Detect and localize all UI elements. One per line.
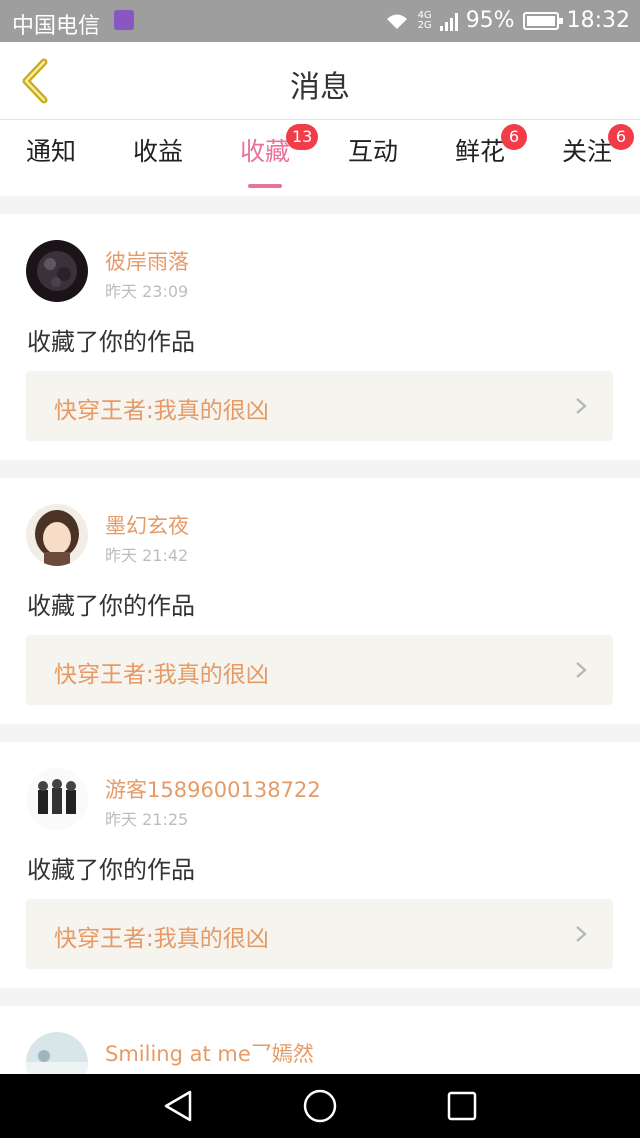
tab-label: 收益	[133, 137, 184, 166]
wifi-icon	[386, 14, 407, 29]
network-type: 4G 2G	[417, 9, 432, 31]
home-circle-icon[interactable]	[302, 1088, 338, 1124]
activity-text: 收藏了你的作品	[27, 328, 195, 356]
list-item: 墨幻玄夜 昨天 21:42 收藏了你的作品 快穿王者:我真的很凶	[0, 478, 640, 724]
list-item: 彼岸雨落 昨天 23:09 收藏了你的作品 快穿王者:我真的很凶	[0, 214, 640, 460]
tab-label: 收藏	[240, 137, 291, 166]
tab-label: 通知	[26, 137, 77, 166]
battery-icon	[522, 11, 563, 30]
username[interactable]: Smiling at me乛嫣然	[105, 1038, 314, 1068]
work-title: 快穿王者:我真的很凶	[54, 926, 269, 952]
tab-flowers[interactable]: 鲜花 6	[455, 124, 527, 168]
tab-badge: 6	[501, 124, 527, 150]
tab-interactions[interactable]: 互动	[348, 132, 398, 168]
avatar[interactable]	[26, 504, 88, 566]
avatar[interactable]	[26, 768, 88, 830]
chevron-right-icon	[576, 926, 587, 942]
username[interactable]: 彼岸雨落	[105, 246, 189, 276]
work-link[interactable]: 快穿王者:我真的很凶	[26, 371, 613, 441]
tab-bar: 通知 收益 收藏 13 互动 鲜花 6 关注 6	[0, 120, 640, 196]
status-bar: 中国电信 4G 2G 95% 18:32	[0, 0, 640, 42]
list-item: 游客1589600138722 昨天 21:25 收藏了你的作品 快穿王者:我真…	[0, 742, 640, 988]
signal-icon	[439, 11, 458, 31]
work-link[interactable]: 快穿王者:我真的很凶	[26, 635, 613, 705]
work-link[interactable]: 快穿王者:我真的很凶	[26, 899, 613, 969]
battery-percent: 95%	[465, 8, 515, 33]
tab-earnings[interactable]: 收益	[133, 132, 183, 168]
timestamp: 昨天 21:25	[105, 810, 189, 829]
tab-notifications[interactable]: 通知	[26, 132, 76, 168]
activity-text: 收藏了你的作品	[27, 592, 195, 620]
tab-label: 鲜花	[455, 137, 506, 166]
chevron-right-icon	[576, 662, 587, 678]
work-title: 快穿王者:我真的很凶	[54, 662, 269, 688]
tab-badge: 6	[608, 124, 634, 150]
app-header: 消息	[0, 42, 640, 120]
active-tab-indicator	[248, 184, 283, 188]
chevron-right-icon	[576, 398, 587, 414]
work-title: 快穿王者:我真的很凶	[54, 398, 269, 424]
tab-follows[interactable]: 关注 6	[562, 124, 634, 168]
tab-label: 关注	[562, 137, 613, 166]
activity-text: 收藏了你的作品	[27, 856, 195, 884]
tab-badge: 13	[286, 124, 319, 150]
carrier-label: 中国电信	[12, 14, 101, 39]
avatar[interactable]	[26, 240, 88, 302]
tab-favorites[interactable]: 收藏 13	[240, 124, 319, 188]
system-nav-bar	[0, 1074, 640, 1138]
timestamp: 昨天 21:42	[105, 546, 189, 565]
username[interactable]: 游客1589600138722	[105, 774, 321, 804]
sim-icon	[114, 10, 134, 30]
username[interactable]: 墨幻玄夜	[105, 510, 189, 540]
back-triangle-icon[interactable]	[160, 1088, 196, 1124]
timestamp: 昨天 23:09	[105, 282, 189, 301]
tab-label: 互动	[348, 137, 399, 166]
page-title: 消息	[290, 70, 350, 105]
clock: 18:32	[566, 8, 630, 33]
recents-square-icon[interactable]	[444, 1088, 480, 1124]
